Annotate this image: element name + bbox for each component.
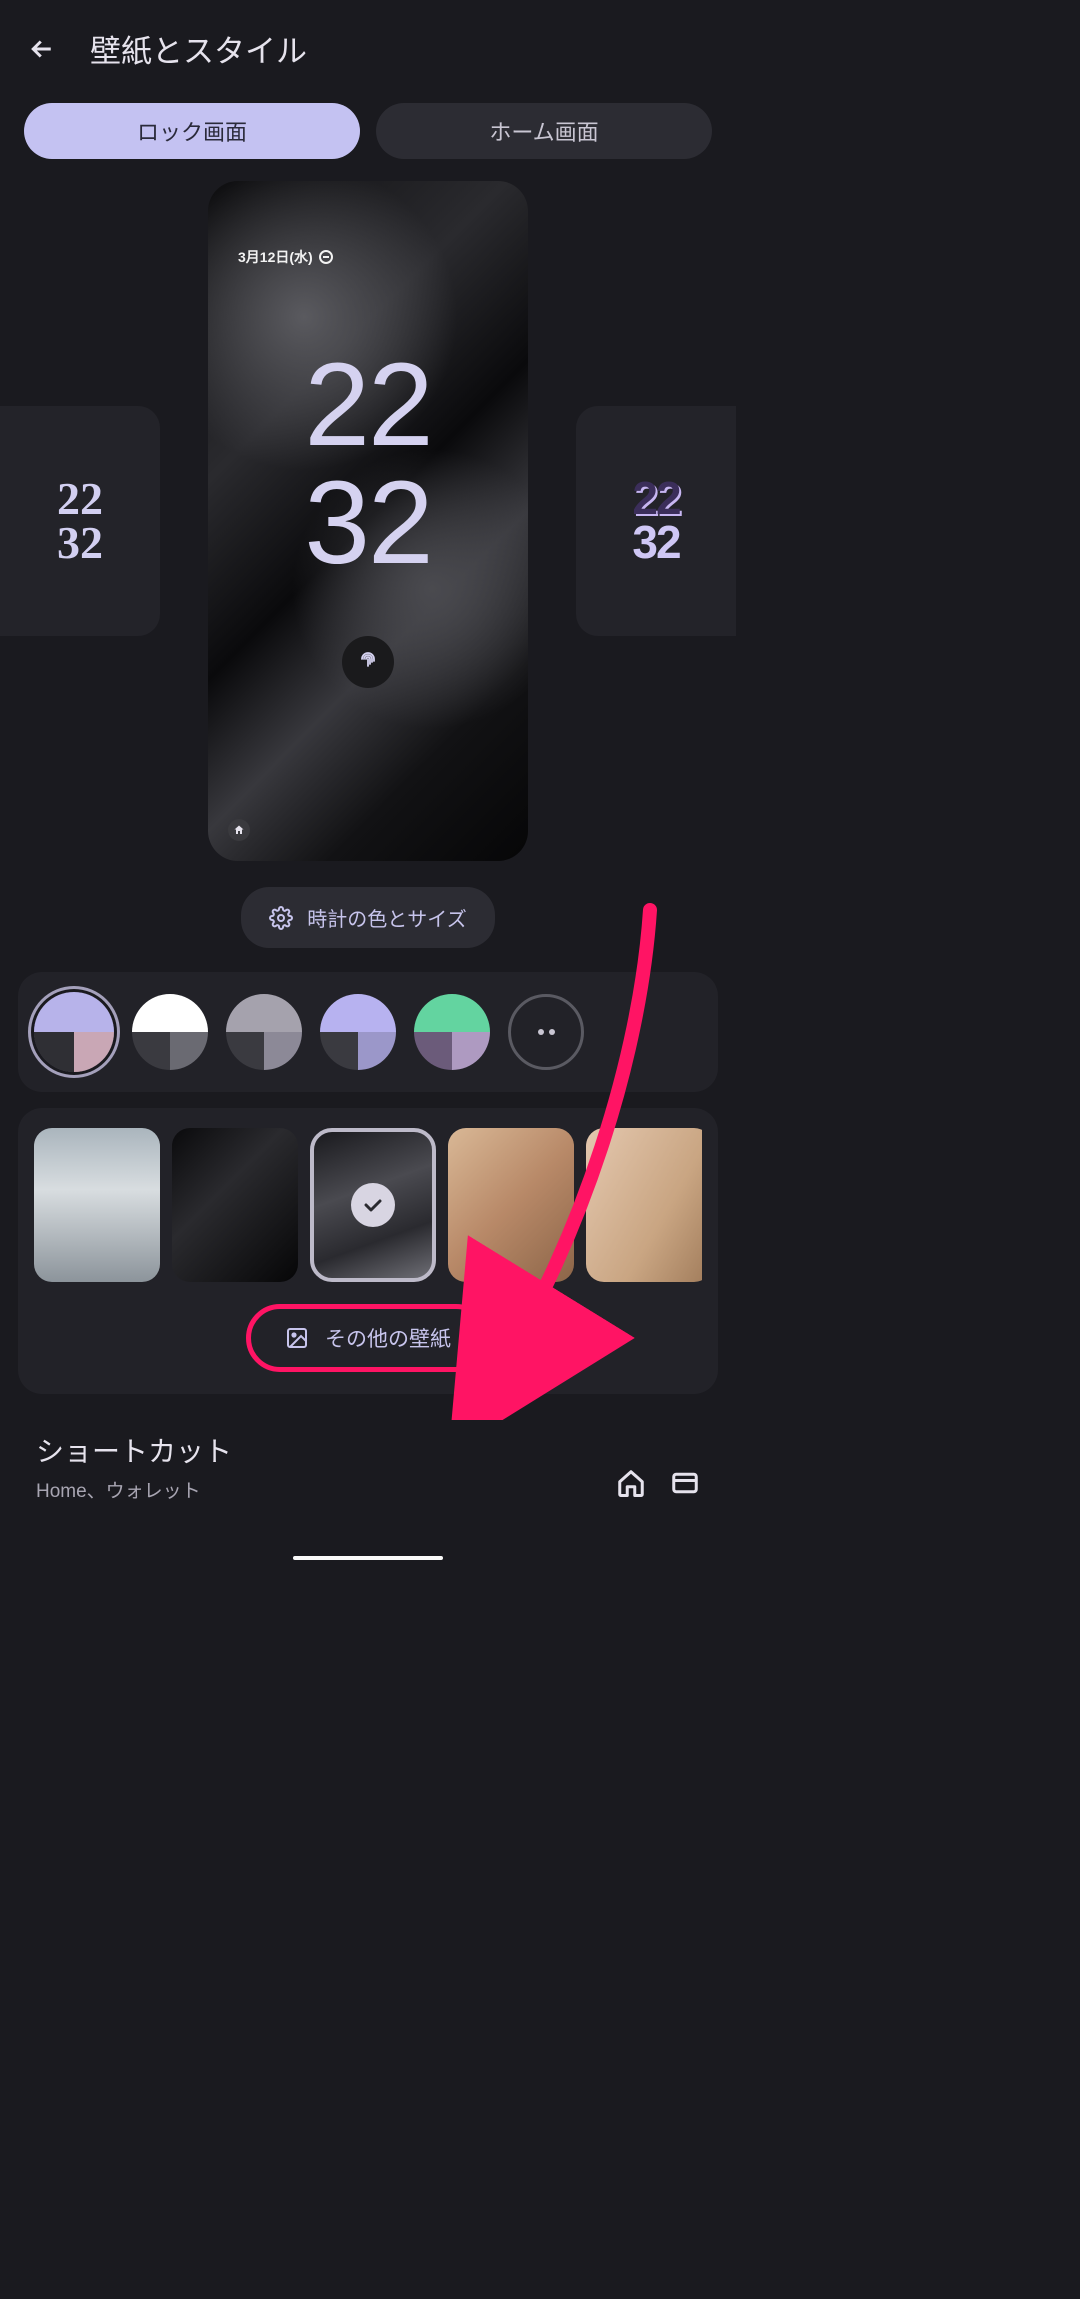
clock-preview-mm: 32 [57,521,103,565]
wallpaper-option-5[interactable] [586,1128,702,1282]
tab-lock-screen[interactable]: ロック画面 [24,103,360,159]
check-icon [351,1183,395,1227]
wallpaper-option-3[interactable] [310,1128,436,1282]
wallpaper-option-4[interactable] [448,1128,574,1282]
wallpaper-card: その他の壁紙 [18,1108,718,1394]
back-button[interactable] [24,31,60,67]
palette-bl [320,1032,358,1070]
tab-lock-label: ロック画面 [137,115,247,147]
more-horizontal-icon [538,1029,555,1035]
preview-date: 3月12日(水) [238,247,333,267]
palette-option-5[interactable] [414,994,490,1070]
palette-option-3[interactable] [226,994,302,1070]
clock-settings-label: 時計の色とサイズ [307,903,466,932]
clock-preview-mm: 32 [632,521,679,565]
header: 壁紙とスタイル [0,0,736,89]
palette-top [320,994,396,1032]
preview-clock-hh: 22 [208,346,528,464]
clock-preview-hh: 22 [57,477,103,521]
palette-br [170,1032,208,1070]
preview-clock: 22 32 [208,346,528,582]
more-wallpaper-button[interactable]: その他の壁紙 [246,1304,490,1372]
shortcut-subtitle: Home、ウォレット [36,1476,232,1503]
palette-br [74,1032,114,1072]
preview-clock-mm: 32 [208,464,528,582]
home-badge-icon [228,819,250,841]
image-icon [285,1326,309,1350]
wallet-icon[interactable] [670,1468,700,1503]
gear-icon [269,906,293,930]
palette-bl [132,1032,170,1070]
clock-color-size-button[interactable]: 時計の色とサイズ [241,887,494,948]
tab-home-label: ホーム画面 [489,115,598,147]
home-icon[interactable] [616,1468,646,1503]
palette-option-4[interactable] [320,994,396,1070]
shortcut-section[interactable]: ショートカット Home、ウォレット [36,1430,700,1503]
palette-bl [34,1032,74,1072]
clock-preview-hh: 22 [632,477,679,521]
palette-br [358,1032,396,1070]
more-wallpaper-label: その他の壁紙 [325,1323,451,1353]
wallpaper-option-1[interactable] [34,1128,160,1282]
wallpaper-thumbnails [34,1128,702,1282]
tab-home-screen[interactable]: ホーム画面 [376,103,712,159]
phone-lockscreen-preview[interactable]: 3月12日(水) 22 32 [208,181,528,861]
color-palette-card [18,972,718,1092]
palette-top [132,994,208,1032]
palette-top [226,994,302,1032]
navigation-handle[interactable] [293,1556,443,1560]
palette-bl [414,1032,452,1070]
palette-bl [226,1032,264,1070]
fingerprint-icon [342,636,394,688]
arrow-back-icon [27,34,57,64]
shortcut-title: ショートカット [36,1430,232,1470]
palette-more-button[interactable] [508,994,584,1070]
palette-br [264,1032,302,1070]
clock-preview-row: 22 32 3月12日(水) 22 32 22 32 [0,181,736,861]
palette-option-2[interactable] [132,994,208,1070]
wallpaper-option-2[interactable] [172,1128,298,1282]
preview-date-text: 3月12日(水) [238,247,313,267]
clock-style-option-right[interactable]: 22 32 [576,406,736,636]
palette-option-1[interactable] [34,992,114,1072]
tabs: ロック画面 ホーム画面 [0,103,736,159]
dnd-icon [319,250,333,264]
palette-br [452,1032,490,1070]
page-title: 壁紙とスタイル [90,26,307,71]
palette-top [414,994,490,1032]
palette-top [34,992,114,1032]
clock-style-option-left[interactable]: 22 32 [0,406,160,636]
